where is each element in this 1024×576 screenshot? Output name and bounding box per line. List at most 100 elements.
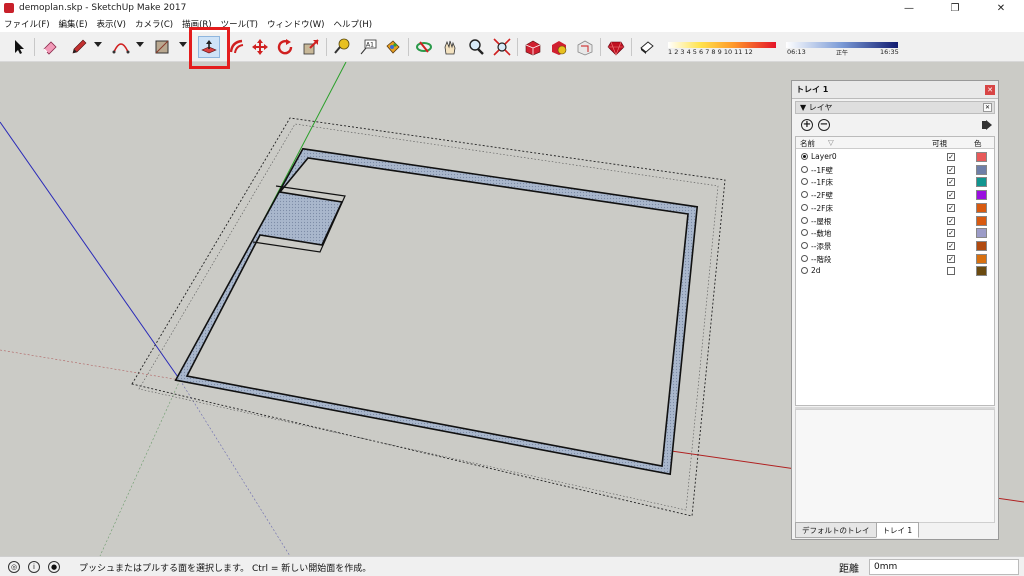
layer-row[interactable]: 2d bbox=[796, 265, 994, 278]
layer-name[interactable]: --屋根 bbox=[811, 216, 831, 227]
paint-bucket-tool-button[interactable] bbox=[382, 36, 404, 58]
layer-name[interactable]: 2d bbox=[811, 266, 821, 275]
shadow-toggle-button[interactable] bbox=[636, 36, 658, 58]
menu-edit[interactable]: 編集(E) bbox=[59, 18, 88, 30]
pan-tool-button[interactable] bbox=[439, 36, 461, 58]
column-color[interactable]: 色 bbox=[974, 138, 982, 149]
active-layer-radio[interactable] bbox=[801, 165, 808, 173]
layer-name[interactable]: --2F壁 bbox=[811, 190, 833, 201]
visible-checkbox[interactable]: ✓ bbox=[947, 178, 955, 187]
layer-color-swatch[interactable] bbox=[976, 215, 987, 226]
layer-row[interactable]: --2F壁 ✓ bbox=[796, 189, 994, 202]
zoom-extents-tool-button[interactable] bbox=[491, 36, 513, 58]
layer-name[interactable]: --2F床 bbox=[811, 203, 833, 214]
menu-camera[interactable]: カメラ(C) bbox=[135, 18, 173, 30]
layer-name[interactable]: --1F壁 bbox=[811, 165, 833, 176]
layer-row[interactable]: --敷地 ✓ bbox=[796, 227, 994, 240]
rectangle-dropdown-icon[interactable] bbox=[179, 42, 187, 47]
close-button[interactable]: ✕ bbox=[978, 0, 1024, 16]
visible-checkbox[interactable] bbox=[947, 267, 955, 276]
column-visible[interactable]: 可視 bbox=[932, 138, 947, 149]
tab-tray-1[interactable]: トレイ 1 bbox=[875, 522, 920, 538]
rotate-tool-button[interactable] bbox=[274, 36, 296, 58]
move-tool-button[interactable] bbox=[249, 36, 271, 58]
layer-row[interactable]: Layer0 ✓ bbox=[796, 151, 994, 164]
info-icon[interactable]: i bbox=[28, 560, 40, 573]
menu-view[interactable]: 表示(V) bbox=[97, 18, 126, 30]
distance-input[interactable]: 0mm bbox=[869, 559, 1019, 575]
arc-dropdown-icon[interactable] bbox=[136, 42, 144, 47]
layer-color-swatch[interactable] bbox=[976, 253, 987, 264]
layer-color-swatch[interactable] bbox=[976, 177, 987, 188]
restore-button[interactable]: ❐ bbox=[932, 0, 978, 16]
layout-button[interactable] bbox=[574, 36, 596, 58]
offset-tool-button[interactable] bbox=[226, 36, 248, 58]
layer-row[interactable]: --階段 ✓ bbox=[796, 253, 994, 266]
menu-window[interactable]: ウィンドウ(W) bbox=[267, 18, 325, 30]
scale-tool-button[interactable] bbox=[300, 36, 322, 58]
active-layer-radio[interactable] bbox=[801, 178, 808, 186]
menu-draw[interactable]: 描画(R) bbox=[182, 18, 212, 30]
visible-checkbox[interactable]: ✓ bbox=[947, 191, 955, 200]
text-tool-button[interactable]: A1 bbox=[357, 36, 379, 58]
layer-section-header[interactable]: ▼ レイヤ ✕ bbox=[795, 101, 995, 114]
eraser-tool-button[interactable] bbox=[39, 36, 61, 58]
active-layer-radio[interactable] bbox=[801, 267, 808, 275]
layer-color-swatch[interactable] bbox=[976, 202, 987, 213]
delete-layer-button[interactable]: − bbox=[818, 119, 830, 131]
menu-file[interactable]: ファイル(F) bbox=[4, 18, 50, 30]
active-layer-radio[interactable] bbox=[801, 203, 808, 211]
layer-row[interactable]: --1F床 ✓ bbox=[796, 176, 994, 189]
arc-tool-button[interactable] bbox=[110, 36, 132, 58]
layer-section-close-icon[interactable]: ✕ bbox=[983, 103, 992, 112]
select-tool-button[interactable] bbox=[8, 36, 30, 58]
layer-color-swatch[interactable] bbox=[976, 152, 987, 162]
pencil-dropdown-icon[interactable] bbox=[94, 42, 102, 47]
layer-row[interactable]: --1F壁 ✓ bbox=[796, 164, 994, 177]
ruby-console-button[interactable] bbox=[605, 36, 627, 58]
orbit-tool-button[interactable] bbox=[413, 36, 435, 58]
active-layer-radio[interactable] bbox=[801, 216, 808, 224]
tray-close-icon[interactable]: ✕ bbox=[985, 85, 995, 95]
layer-name[interactable]: --階段 bbox=[811, 254, 831, 265]
tab-default-tray[interactable]: デフォルトのトレイ bbox=[795, 522, 877, 538]
minimize-button[interactable]: — bbox=[886, 0, 932, 16]
column-name[interactable]: 名前 bbox=[800, 138, 815, 149]
layer-row[interactable]: --2F床 ✓ bbox=[796, 202, 994, 215]
visible-checkbox[interactable]: ✓ bbox=[947, 229, 955, 238]
geolocation-icon[interactable]: ◎ bbox=[8, 560, 20, 573]
active-layer-radio[interactable] bbox=[801, 153, 808, 160]
active-layer-radio[interactable] bbox=[801, 229, 808, 237]
layer-name[interactable]: --添景 bbox=[811, 241, 831, 252]
layer-name[interactable]: --敷地 bbox=[811, 228, 831, 239]
tape-measure-tool-button[interactable] bbox=[331, 36, 353, 58]
visible-checkbox[interactable]: ✓ bbox=[947, 216, 955, 225]
layer-color-swatch[interactable] bbox=[976, 228, 987, 239]
extension-warehouse-button[interactable] bbox=[548, 36, 570, 58]
zoom-tool-button[interactable] bbox=[465, 36, 487, 58]
menu-help[interactable]: ヘルプ(H) bbox=[334, 18, 373, 30]
layer-color-swatch[interactable] bbox=[976, 240, 987, 251]
layer-color-swatch[interactable] bbox=[976, 164, 987, 175]
layer-name[interactable]: --1F床 bbox=[811, 177, 833, 188]
layer-name[interactable]: Layer0 bbox=[811, 152, 837, 161]
active-layer-radio[interactable] bbox=[801, 191, 808, 199]
3d-warehouse-button[interactable] bbox=[522, 36, 544, 58]
layer-color-swatch[interactable] bbox=[976, 266, 987, 277]
add-layer-button[interactable]: + bbox=[801, 119, 813, 131]
rectangle-tool-button[interactable] bbox=[151, 36, 173, 58]
details-arrow-icon[interactable] bbox=[982, 120, 992, 130]
menu-tools[interactable]: ツール(T) bbox=[221, 18, 258, 30]
active-layer-radio[interactable] bbox=[801, 241, 808, 249]
visible-checkbox[interactable]: ✓ bbox=[947, 203, 955, 212]
visible-checkbox[interactable]: ✓ bbox=[947, 241, 955, 250]
visible-checkbox[interactable]: ✓ bbox=[947, 165, 955, 174]
layer-row[interactable]: --屋根 ✓ bbox=[796, 215, 994, 228]
visible-checkbox[interactable]: ✓ bbox=[947, 254, 955, 263]
active-layer-radio[interactable] bbox=[801, 254, 808, 262]
layer-row[interactable]: --添景 ✓ bbox=[796, 240, 994, 253]
pencil-tool-button[interactable] bbox=[68, 36, 90, 58]
push-pull-tool-button[interactable] bbox=[198, 36, 220, 58]
layer-color-swatch[interactable] bbox=[976, 190, 987, 201]
visible-checkbox[interactable]: ✓ bbox=[947, 153, 955, 161]
